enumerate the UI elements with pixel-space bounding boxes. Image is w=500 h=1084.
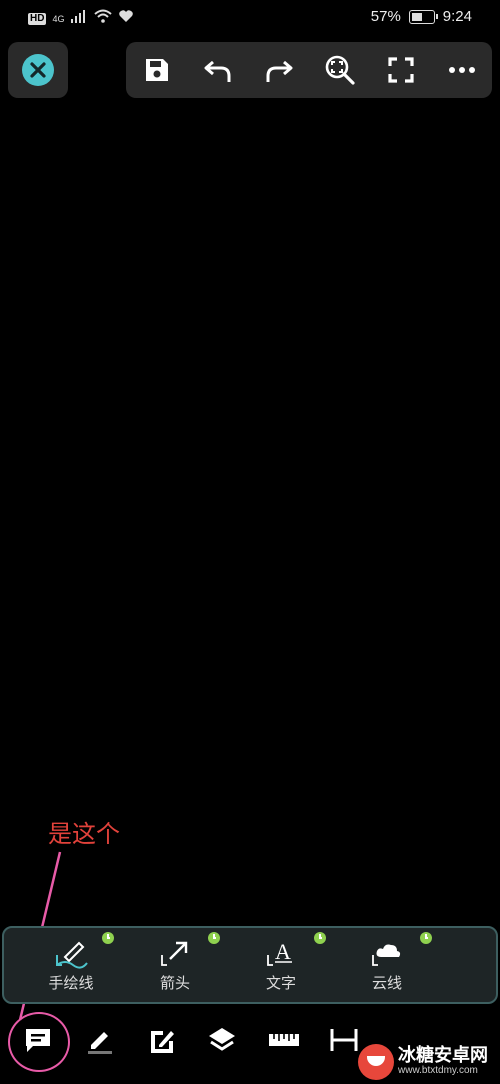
watermark-logo-icon [358,1044,394,1080]
close-container [8,42,68,98]
markup-tools-panel: 手绘线 箭头 A 文字 云线 音 [2,926,498,1004]
more-icon [448,67,475,73]
battery-icon [408,9,438,24]
save-icon [145,59,168,81]
watermark-text: 冰糖安卓网 www.btxtdmy.com [398,1045,488,1077]
text-icon: A [267,939,292,966]
annotation-label: 是这个 [48,820,120,848]
freehand-icon [56,941,88,969]
dimension-icon [330,1029,358,1051]
network-badge: HD [28,12,47,25]
close-icon [30,62,46,78]
ruler-button[interactable] [260,1016,308,1064]
watermark-url: www.btxtdmy.com [398,1065,478,1077]
tool-text[interactable]: A 文字 [236,932,326,1002]
audio-icon [472,935,498,969]
drawing-canvas[interactable] [0,104,500,920]
ruler-icon [269,1034,299,1046]
tool-arrow[interactable]: 箭头 [130,932,220,1002]
layers-button[interactable] [198,1016,246,1064]
status-right: 57% 9:24 [371,8,472,25]
battery-percent: 57% [370,8,401,25]
tool-label: 文字 [265,974,296,992]
pen-icon [88,1032,112,1054]
tool-label: 云线 [371,974,402,992]
tool-label: 手绘线 [48,974,94,992]
edit-icon [151,1031,174,1053]
wifi-icon [94,9,113,28]
tool-freehand[interactable]: 手绘线 [26,932,116,1002]
fullscreen-button[interactable] [381,50,421,90]
tool-label: 音 [444,972,496,993]
watermark-name: 冰糖安卓网 [398,1045,488,1067]
save-button[interactable] [137,50,177,90]
layers-icon [209,1028,235,1051]
undo-button[interactable] [198,50,238,90]
watermark: 冰糖安卓网 www.btxtdmy.com [358,1044,488,1080]
clock-badge-icon [314,932,326,944]
zoom-fit-icon [325,55,355,85]
undo-icon [204,60,230,82]
status-time: 9:24 [442,8,472,25]
tool-label: 箭头 [159,974,190,992]
redo-button[interactable] [259,50,299,90]
top-toolbar [126,42,492,98]
more-button[interactable] [442,50,482,90]
clock-badge-icon [208,932,220,944]
close-button[interactable] [22,54,54,86]
zoom-fit-button[interactable] [320,50,360,90]
cloud-icon [372,944,401,966]
edit-button[interactable] [138,1016,186,1064]
redo-icon [266,60,292,82]
status-left: HD 4G [28,9,134,28]
status-bar: HD 4G 57% 9:24 [0,0,500,36]
tool-cloud[interactable]: 云线 [342,932,432,1002]
svg-text:A: A [275,939,291,964]
network-type: 4G [52,13,65,24]
clock-badge-icon [420,932,432,944]
arrow-icon [161,941,188,966]
battery-fill [411,12,422,21]
fullscreen-icon [387,57,414,83]
tool-audio[interactable]: 音 [444,932,498,1002]
pen-button[interactable] [76,1016,124,1064]
health-icon [118,9,134,28]
annotation-highlight-ring [8,1012,70,1072]
clock-badge-icon [102,932,114,944]
signal-icon [70,9,88,28]
